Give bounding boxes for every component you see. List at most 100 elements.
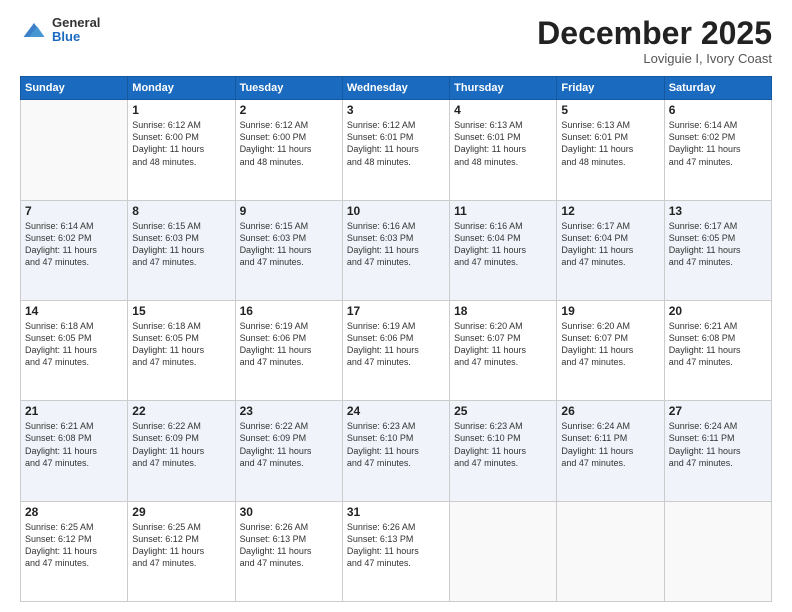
calendar-header-row: Sunday Monday Tuesday Wednesday Thursday… xyxy=(21,77,772,100)
calendar-week-row: 7Sunrise: 6:14 AMSunset: 6:02 PMDaylight… xyxy=(21,200,772,300)
cell-info: Sunrise: 6:22 AMSunset: 6:09 PMDaylight:… xyxy=(240,420,338,469)
day-number: 9 xyxy=(240,204,338,218)
cell-info: Sunrise: 6:15 AMSunset: 6:03 PMDaylight:… xyxy=(132,220,230,269)
day-number: 23 xyxy=(240,404,338,418)
table-row: 31 Sunrise: 6:26 AMSunset: 6:13 PMDayligh… xyxy=(342,501,449,601)
logo-icon xyxy=(20,16,48,44)
table-row: 8 Sunrise: 6:15 AMSunset: 6:03 PMDaylight… xyxy=(128,200,235,300)
cell-info: Sunrise: 6:14 AMSunset: 6:02 PMDaylight:… xyxy=(669,119,767,168)
day-number: 3 xyxy=(347,103,445,117)
cell-info: Sunrise: 6:16 AMSunset: 6:04 PMDaylight:… xyxy=(454,220,552,269)
day-number: 4 xyxy=(454,103,552,117)
day-number: 25 xyxy=(454,404,552,418)
table-row: 24Sunrise: 6:23 AMSunset: 6:10 PMDayligh… xyxy=(342,401,449,501)
day-number: 2 xyxy=(240,103,338,117)
calendar-week-row: 21 Sunrise: 6:21 AMSunset: 6:08 PMDayligh… xyxy=(21,401,772,501)
table-row: 26 Sunrise: 6:24 AMSunset: 6:11 PMDayligh… xyxy=(557,401,664,501)
table-row: 15 Sunrise: 6:18 AMSunset: 6:05 PMDayligh… xyxy=(128,300,235,400)
cell-info: Sunrise: 6:13 AMSunset: 6:01 PMDaylight:… xyxy=(561,119,659,168)
cell-info: Sunrise: 6:23 AMSunset: 6:10 PMDaylight:… xyxy=(454,420,552,469)
day-number: 28 xyxy=(25,505,123,519)
table-row: 19 Sunrise: 6:20 AMSunset: 6:07 PMDayligh… xyxy=(557,300,664,400)
table-row: 1 Sunrise: 6:12 AMSunset: 6:00 PMDaylight… xyxy=(128,100,235,200)
table-row: 10 Sunrise: 6:16 AMSunset: 6:03 PMDayligh… xyxy=(342,200,449,300)
table-row: 27 Sunrise: 6:24 AMSunset: 6:11 PMDayligh… xyxy=(664,401,771,501)
table-row: 22Sunrise: 6:22 AMSunset: 6:09 PMDayligh… xyxy=(128,401,235,501)
cell-info: Sunrise: 6:25 AMSunset: 6:12 PMDaylight:… xyxy=(132,521,230,570)
table-row: 9 Sunrise: 6:15 AMSunset: 6:03 PMDaylight… xyxy=(235,200,342,300)
col-monday: Monday xyxy=(128,77,235,100)
header: General Blue December 2025 Loviguie I, I… xyxy=(20,16,772,66)
day-number: 27 xyxy=(669,404,767,418)
table-row xyxy=(664,501,771,601)
day-number: 6 xyxy=(669,103,767,117)
table-row: 3Sunrise: 6:12 AMSunset: 6:01 PMDaylight… xyxy=(342,100,449,200)
cell-info: Sunrise: 6:22 AMSunset: 6:09 PMDaylight:… xyxy=(132,420,230,469)
table-row: 16 Sunrise: 6:19 AMSunset: 6:06 PMDayligh… xyxy=(235,300,342,400)
table-row xyxy=(21,100,128,200)
table-row: 18Sunrise: 6:20 AMSunset: 6:07 PMDayligh… xyxy=(450,300,557,400)
cell-info: Sunrise: 6:15 AMSunset: 6:03 PMDaylight:… xyxy=(240,220,338,269)
day-number: 21 xyxy=(25,404,123,418)
day-number: 12 xyxy=(561,204,659,218)
cell-info: Sunrise: 6:19 AMSunset: 6:06 PMDaylight:… xyxy=(347,320,445,369)
cell-info: Sunrise: 6:20 AMSunset: 6:07 PMDaylight:… xyxy=(561,320,659,369)
logo: General Blue xyxy=(20,16,100,45)
day-number: 16 xyxy=(240,304,338,318)
day-number: 30 xyxy=(240,505,338,519)
col-sunday: Sunday xyxy=(21,77,128,100)
day-number: 20 xyxy=(669,304,767,318)
day-number: 18 xyxy=(454,304,552,318)
day-number: 24 xyxy=(347,404,445,418)
cell-info: Sunrise: 6:26 AMSunset: 6:13 PMDaylight:… xyxy=(347,521,445,570)
day-number: 8 xyxy=(132,204,230,218)
col-friday: Friday xyxy=(557,77,664,100)
table-row: 30 Sunrise: 6:26 AMSunset: 6:13 PMDayligh… xyxy=(235,501,342,601)
logo-text: General Blue xyxy=(52,16,100,45)
cell-info: Sunrise: 6:12 AMSunset: 6:00 PMDaylight:… xyxy=(132,119,230,168)
cell-info: Sunrise: 6:16 AMSunset: 6:03 PMDaylight:… xyxy=(347,220,445,269)
day-number: 11 xyxy=(454,204,552,218)
cell-info: Sunrise: 6:25 AMSunset: 6:12 PMDaylight:… xyxy=(25,521,123,570)
table-row xyxy=(557,501,664,601)
cell-info: Sunrise: 6:17 AMSunset: 6:05 PMDaylight:… xyxy=(669,220,767,269)
cell-info: Sunrise: 6:24 AMSunset: 6:11 PMDaylight:… xyxy=(669,420,767,469)
day-number: 17 xyxy=(347,304,445,318)
cell-info: Sunrise: 6:21 AMSunset: 6:08 PMDaylight:… xyxy=(669,320,767,369)
page: General Blue December 2025 Loviguie I, I… xyxy=(0,0,792,612)
cell-info: Sunrise: 6:24 AMSunset: 6:11 PMDaylight:… xyxy=(561,420,659,469)
cell-info: Sunrise: 6:18 AMSunset: 6:05 PMDaylight:… xyxy=(25,320,123,369)
table-row: 25 Sunrise: 6:23 AMSunset: 6:10 PMDayligh… xyxy=(450,401,557,501)
col-tuesday: Tuesday xyxy=(235,77,342,100)
cell-info: Sunrise: 6:18 AMSunset: 6:05 PMDaylight:… xyxy=(132,320,230,369)
cell-info: Sunrise: 6:13 AMSunset: 6:01 PMDaylight:… xyxy=(454,119,552,168)
day-number: 5 xyxy=(561,103,659,117)
day-number: 15 xyxy=(132,304,230,318)
day-number: 7 xyxy=(25,204,123,218)
location-subtitle: Loviguie I, Ivory Coast xyxy=(537,51,772,66)
month-title: December 2025 xyxy=(537,16,772,51)
table-row: 17 Sunrise: 6:19 AMSunset: 6:06 PMDayligh… xyxy=(342,300,449,400)
table-row: 28 Sunrise: 6:25 AMSunset: 6:12 PMDayligh… xyxy=(21,501,128,601)
table-row: 12 Sunrise: 6:17 AMSunset: 6:04 PMDayligh… xyxy=(557,200,664,300)
day-number: 10 xyxy=(347,204,445,218)
col-saturday: Saturday xyxy=(664,77,771,100)
day-number: 26 xyxy=(561,404,659,418)
logo-general: General xyxy=(52,16,100,30)
cell-info: Sunrise: 6:21 AMSunset: 6:08 PMDaylight:… xyxy=(25,420,123,469)
cell-info: Sunrise: 6:26 AMSunset: 6:13 PMDaylight:… xyxy=(240,521,338,570)
day-number: 29 xyxy=(132,505,230,519)
day-number: 31 xyxy=(347,505,445,519)
day-number: 1 xyxy=(132,103,230,117)
title-area: December 2025 Loviguie I, Ivory Coast xyxy=(537,16,772,66)
cell-info: Sunrise: 6:19 AMSunset: 6:06 PMDaylight:… xyxy=(240,320,338,369)
table-row: 23 Sunrise: 6:22 AMSunset: 6:09 PMDayligh… xyxy=(235,401,342,501)
day-number: 19 xyxy=(561,304,659,318)
logo-blue: Blue xyxy=(52,30,100,44)
cell-info: Sunrise: 6:17 AMSunset: 6:04 PMDaylight:… xyxy=(561,220,659,269)
col-thursday: Thursday xyxy=(450,77,557,100)
cell-info: Sunrise: 6:12 AMSunset: 6:00 PMDaylight:… xyxy=(240,119,338,168)
calendar-week-row: 14Sunrise: 6:18 AMSunset: 6:05 PMDayligh… xyxy=(21,300,772,400)
table-row: 14Sunrise: 6:18 AMSunset: 6:05 PMDayligh… xyxy=(21,300,128,400)
table-row: 29 Sunrise: 6:25 AMSunset: 6:12 PMDayligh… xyxy=(128,501,235,601)
